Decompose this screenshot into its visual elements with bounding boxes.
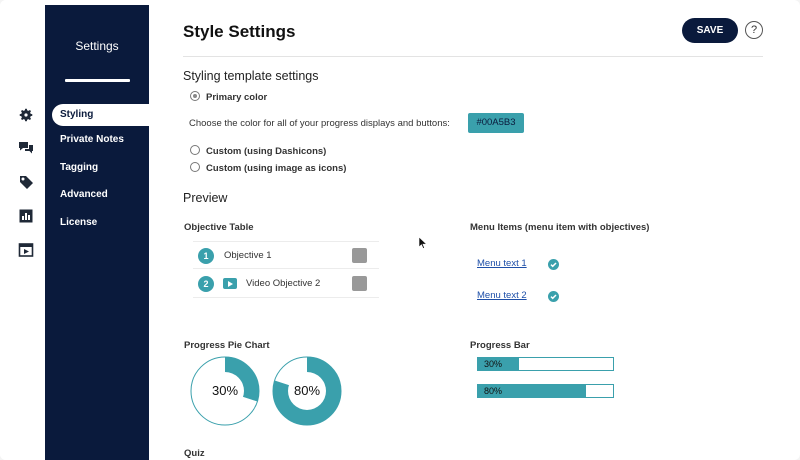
check-icon [548, 259, 559, 270]
preview-title: Preview [183, 191, 228, 205]
objective-label: Objective 1 [224, 250, 272, 261]
main-content: Style Settings SAVE ? Styling template s… [149, 0, 800, 460]
pie-chart-title: Progress Pie Chart [184, 340, 270, 351]
custom-image-label: Custom (using image as icons) [206, 163, 347, 174]
chart-icon[interactable] [18, 208, 34, 224]
check-icon [548, 291, 559, 302]
table-row: 1 Objective 1 [193, 241, 379, 269]
sidebar-item-styling[interactable]: Styling [52, 104, 149, 126]
progress-bar-2: 80% [477, 384, 614, 398]
progress-bar-label: 30% [484, 359, 503, 369]
progress-bar-1: 30% [477, 357, 614, 371]
menu-link-1[interactable]: Menu text 1 [477, 258, 527, 269]
tag-icon[interactable] [18, 174, 34, 190]
pie-label-1: 30% [211, 383, 239, 398]
objective-table-title: Objective Table [184, 222, 254, 233]
progress-bar-title: Progress Bar [470, 340, 530, 351]
primary-color-label: Primary color [206, 92, 268, 103]
icon-rail [0, 0, 45, 460]
sidebar-item-advanced[interactable]: Advanced [52, 184, 149, 206]
objective-label: Video Objective 2 [246, 278, 321, 289]
custom-image-radio[interactable] [190, 162, 200, 172]
color-prompt: Choose the color for all of your progres… [189, 118, 450, 129]
app-window: Settings Styling Private Notes Tagging A… [0, 0, 800, 460]
settings-sidebar: Settings Styling Private Notes Tagging A… [45, 5, 149, 460]
primary-color-radio[interactable] [190, 91, 200, 101]
sidebar-title: Settings [75, 39, 119, 53]
objective-number-badge: 1 [198, 248, 214, 264]
custom-dashicons-label: Custom (using Dashicons) [206, 146, 327, 157]
pie-label-2: 80% [293, 383, 321, 398]
comments-icon[interactable] [18, 140, 34, 156]
color-swatch-input[interactable]: #00A5B3 [468, 113, 524, 133]
video-icon[interactable] [18, 242, 34, 258]
page-title: Style Settings [183, 22, 296, 41]
objective-number-badge: 2 [198, 276, 214, 292]
objective-status-box[interactable] [352, 276, 367, 291]
sidebar-divider [65, 79, 130, 82]
header-divider [183, 56, 763, 57]
menu-link-2[interactable]: Menu text 2 [477, 290, 527, 301]
objective-status-box[interactable] [352, 248, 367, 263]
progress-bar-label: 80% [484, 386, 503, 396]
menu-items-title: Menu Items (menu item with objectives) [470, 222, 650, 233]
quiz-title: Quiz [184, 448, 205, 459]
help-button[interactable]: ? [745, 21, 763, 39]
sidebar-item-private-notes[interactable]: Private Notes [52, 129, 149, 151]
mouse-cursor-icon [418, 236, 428, 249]
play-icon [223, 278, 237, 289]
custom-dashicons-radio[interactable] [190, 145, 200, 155]
table-row: 2 Video Objective 2 [193, 270, 379, 298]
save-button[interactable]: SAVE [682, 18, 738, 43]
gear-icon[interactable] [18, 107, 34, 123]
sidebar-item-tagging[interactable]: Tagging [52, 157, 149, 179]
sidebar-item-license[interactable]: License [52, 212, 149, 234]
styling-section-title: Styling template settings [183, 69, 319, 83]
